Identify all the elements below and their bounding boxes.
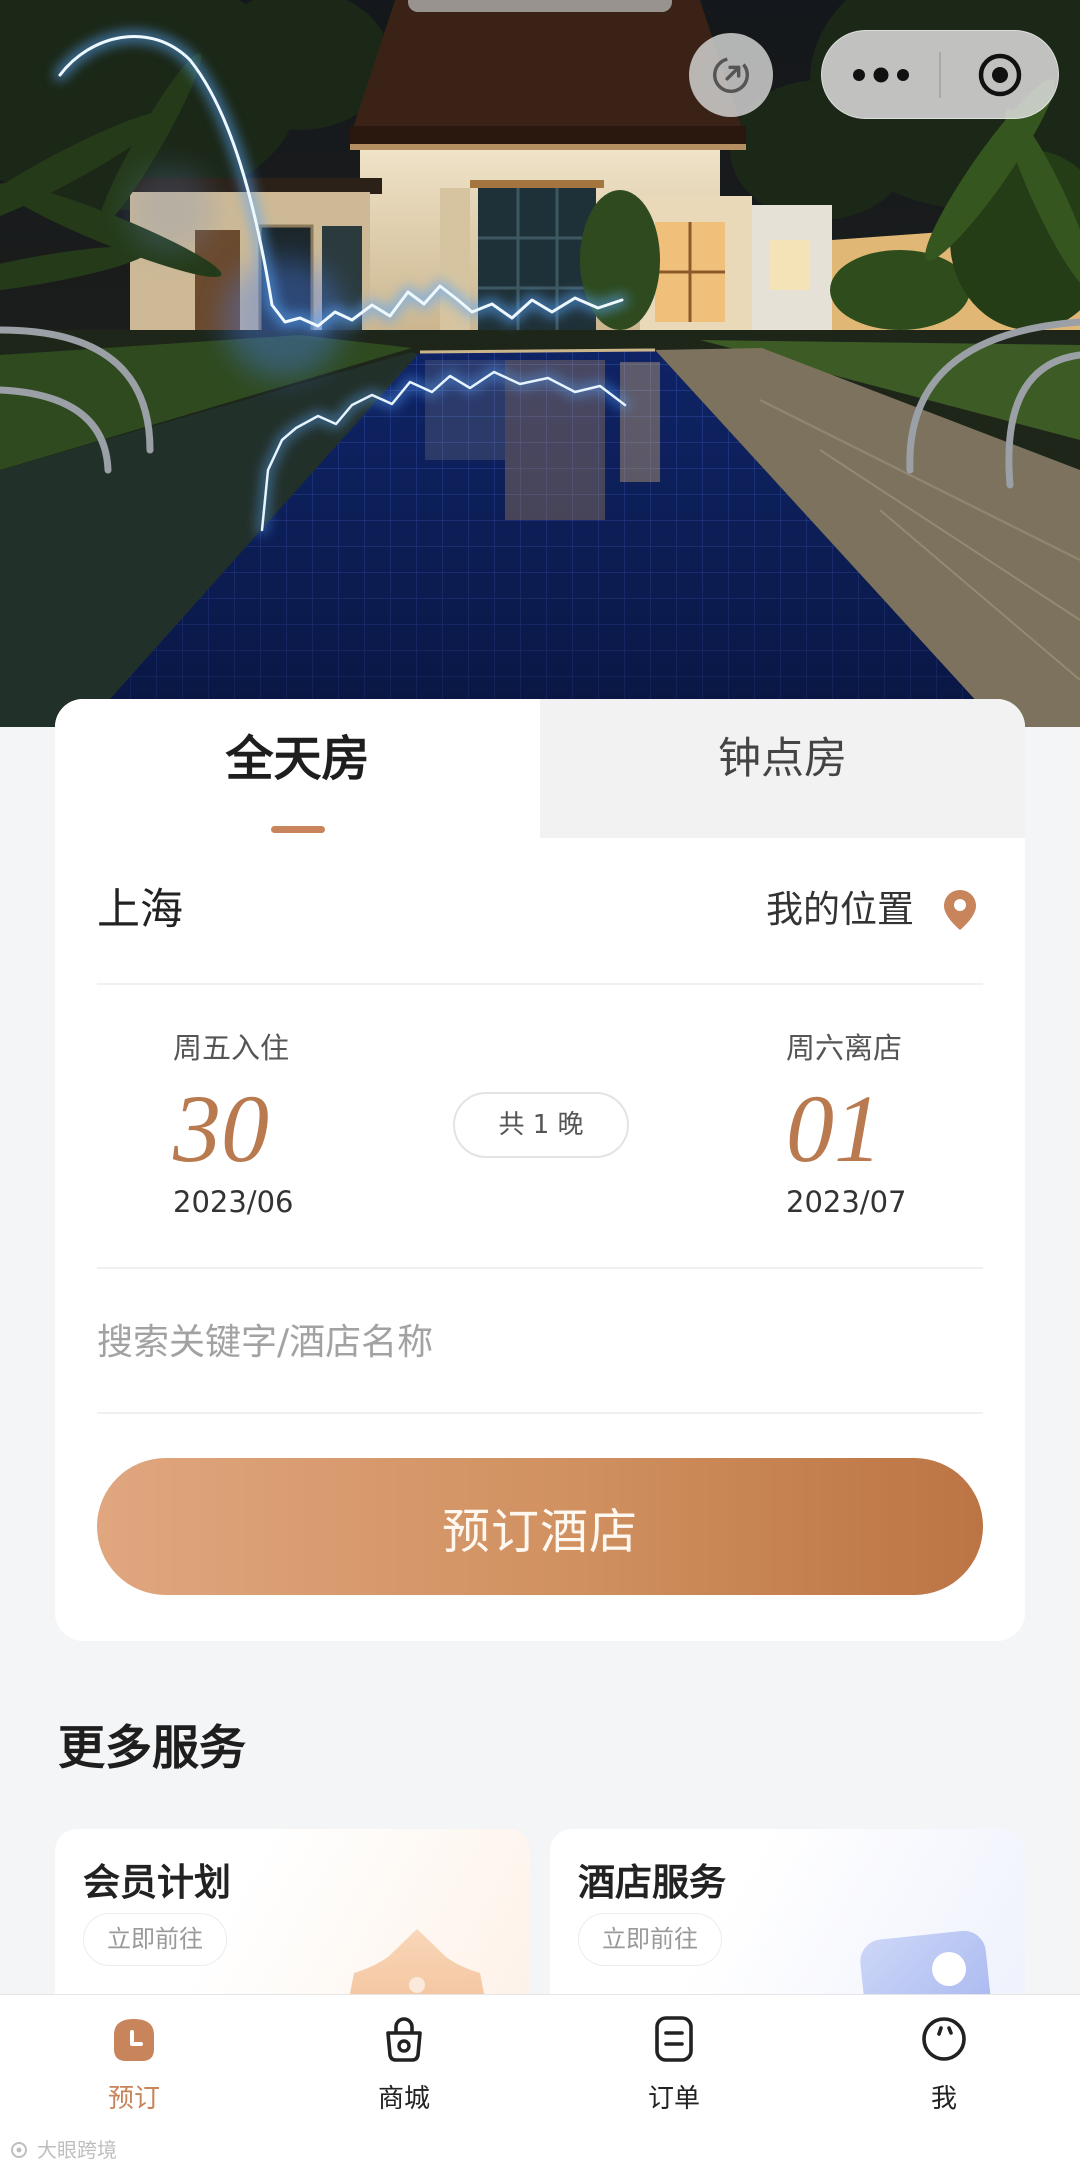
tab-label: 钟点房 xyxy=(718,734,847,784)
tabbar-item-mall[interactable]: 商城 xyxy=(324,1995,484,2145)
tabbar-label: 订单 xyxy=(647,2084,700,2114)
service-go-button[interactable]: 立即前往 xyxy=(83,1913,227,1966)
booking-clock-icon xyxy=(114,2019,154,2061)
location-pin-icon xyxy=(942,888,978,932)
shopping-bag-icon xyxy=(386,2017,422,2062)
refresh-button[interactable] xyxy=(689,33,773,117)
watermark-text: 大眼跨境 xyxy=(37,2138,117,2162)
close-button[interactable] xyxy=(941,31,1058,118)
checkout-day: 01 xyxy=(786,1075,882,1182)
active-tab-indicator xyxy=(271,826,325,833)
checkin-weekday: 周五入住 xyxy=(173,1031,290,1065)
tabbar-item-orders[interactable]: 订单 xyxy=(594,1995,754,2145)
refresh-icon xyxy=(712,56,750,94)
checkout-date[interactable]: 周六离店 01 2023/07 xyxy=(786,1019,996,1229)
my-location-button[interactable]: 我的位置 xyxy=(766,882,978,938)
watermark: 大眼跨境 xyxy=(7,2137,117,2163)
miniprogram-capsule xyxy=(821,30,1059,119)
my-location-label: 我的位置 xyxy=(766,888,914,931)
checkin-year-month: 2023/06 xyxy=(173,1185,294,1219)
checkin-date[interactable]: 周五入住 30 2023/06 xyxy=(173,1019,383,1229)
divider xyxy=(97,1267,983,1269)
city-selector[interactable]: 上海 xyxy=(97,882,183,938)
divider xyxy=(97,1412,983,1414)
tabbar-label: 商城 xyxy=(377,2084,430,2114)
order-document-icon xyxy=(655,2016,693,2062)
tabbar-item-profile[interactable]: 我 xyxy=(864,1995,1024,2145)
hotel-search-input[interactable] xyxy=(97,1307,983,1377)
service-title: 酒店服务 xyxy=(578,1861,726,1904)
tabbar-item-booking[interactable]: 预订 xyxy=(54,1995,214,2145)
profile-face-icon xyxy=(922,2017,966,2061)
tab-label: 全天房 xyxy=(225,731,370,787)
checkin-day: 30 xyxy=(173,1075,269,1182)
service-title: 会员计划 xyxy=(83,1861,231,1904)
more-services-heading: 更多服务 xyxy=(58,1721,246,1776)
more-button[interactable] xyxy=(822,31,939,118)
divider xyxy=(97,983,983,985)
watermark-logo xyxy=(11,2142,27,2158)
bottom-tab-bar: 预订 商城 订单 我 xyxy=(0,1994,1080,2172)
book-hotel-button[interactable]: 预订酒店 xyxy=(97,1458,983,1595)
tab-hourly[interactable]: 钟点房 xyxy=(540,699,1025,838)
tabbar-label: 我 xyxy=(930,2084,957,2114)
close-icon xyxy=(978,53,1021,96)
more-icon xyxy=(852,67,909,82)
checkout-year-month: 2023/07 xyxy=(786,1185,907,1219)
tab-full-day[interactable]: 全天房 xyxy=(55,699,540,838)
checkout-weekday: 周六离店 xyxy=(786,1031,903,1065)
nights-count-badge: 共 1 晚 xyxy=(453,1092,629,1158)
tabbar-label: 预订 xyxy=(107,2084,160,2114)
top-notch xyxy=(408,0,672,12)
service-go-button[interactable]: 立即前往 xyxy=(578,1913,722,1966)
booking-card: 全天房 钟点房 上海 我的位置 周五入住 30 2023/06 共 1 晚 周六… xyxy=(55,699,1025,1641)
